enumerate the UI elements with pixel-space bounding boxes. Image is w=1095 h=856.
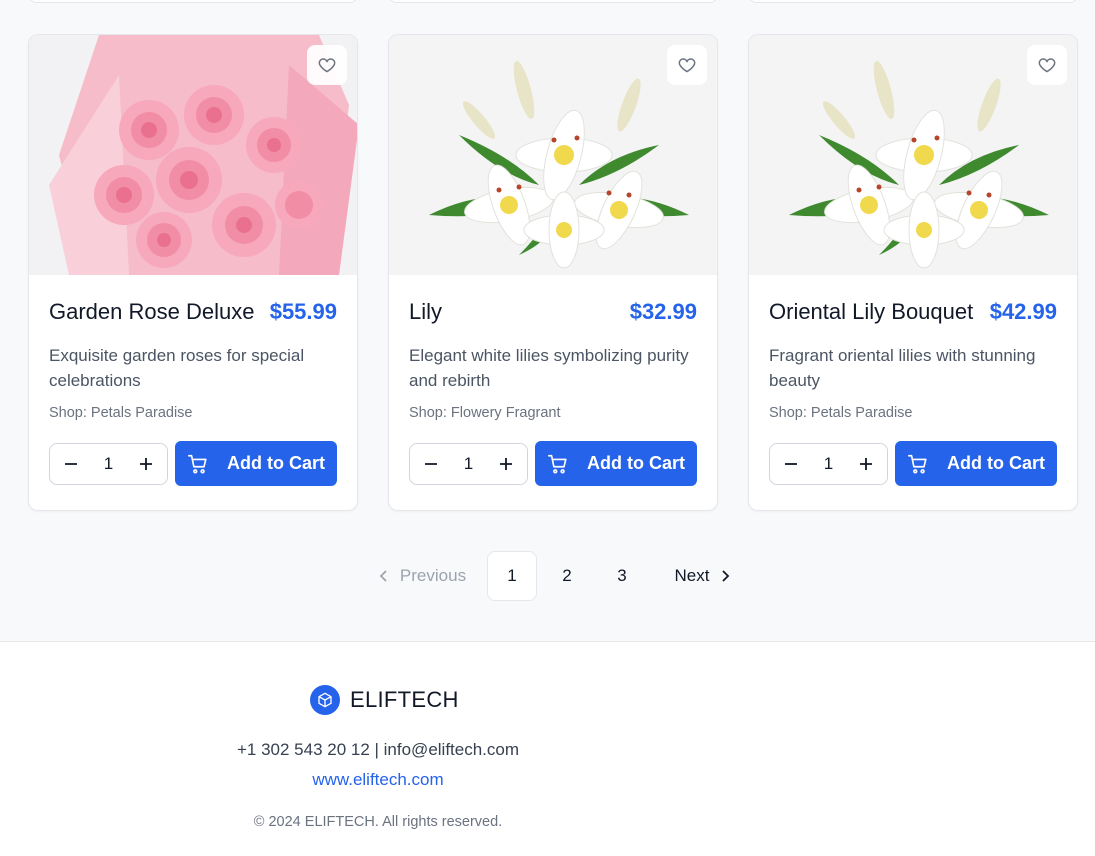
plus-icon	[860, 457, 872, 470]
product-title: Lily	[409, 299, 443, 324]
footer: ELIFTECH +1 302 543 20 12 | info@eliftec…	[0, 641, 1095, 856]
quantity-value: 1	[103, 453, 114, 473]
website-link[interactable]: www.eliftech.com	[0, 770, 756, 790]
quantity-stepper[interactable]: 1	[409, 442, 528, 485]
heart-icon	[678, 58, 696, 73]
box-icon	[318, 692, 332, 708]
favorite-button[interactable]	[667, 45, 707, 85]
product-card: Garden Rose Deluxe $55.99 Exquisite gard…	[28, 34, 358, 511]
product-image-lily	[749, 35, 1077, 275]
quantity-stepper[interactable]: 1	[769, 442, 888, 485]
heart-icon	[318, 58, 336, 73]
product-card-partial	[748, 0, 1078, 3]
quantity-value: 1	[823, 453, 834, 473]
product-shop: Shop: Petals Paradise	[49, 405, 193, 421]
page-3-button[interactable]: 3	[597, 551, 647, 601]
chevron-left-icon	[379, 570, 387, 582]
brand-logo	[310, 685, 340, 715]
previous-page-label: Previous	[399, 566, 467, 585]
product-title: Oriental Lily Bouquet	[769, 299, 974, 324]
decrease-quantity-button[interactable]	[420, 453, 442, 475]
increase-quantity-button[interactable]	[135, 453, 157, 475]
quantity-value: 1	[463, 453, 474, 473]
product-image-rose	[29, 35, 357, 275]
add-to-cart-label: Add to Cart	[947, 453, 1045, 473]
add-to-cart-label: Add to Cart	[227, 453, 325, 473]
product-price: $32.99	[629, 299, 697, 324]
favorite-button[interactable]	[1027, 45, 1067, 85]
next-page-label: Next	[674, 566, 710, 585]
add-to-cart-button[interactable]: Add to Cart	[535, 441, 697, 486]
cart-icon	[548, 454, 567, 474]
product-shop: Shop: Flowery Fragrant	[409, 405, 561, 421]
contact-info: +1 302 543 20 12 | info@eliftech.com	[236, 740, 520, 759]
quantity-stepper[interactable]: 1	[49, 442, 168, 485]
previous-page-button[interactable]: Previous	[372, 551, 472, 601]
chevron-right-icon	[722, 570, 730, 582]
product-title: Garden Rose Deluxe	[49, 299, 255, 324]
product-description: Exquisite garden roses for special celeb…	[49, 346, 305, 390]
product-price: $55.99	[269, 299, 337, 324]
plus-icon	[140, 457, 152, 470]
product-card: Lily $32.99 Elegant white lilies symboli…	[388, 34, 718, 511]
product-price: $42.99	[989, 299, 1057, 324]
minus-icon	[785, 462, 797, 465]
product-card-partial	[388, 0, 718, 3]
favorite-button[interactable]	[307, 45, 347, 85]
heart-icon	[1038, 58, 1056, 73]
cart-icon	[908, 454, 927, 474]
minus-icon	[65, 462, 77, 465]
add-to-cart-button[interactable]: Add to Cart	[895, 441, 1057, 486]
brand-name: ELIFTECH	[350, 687, 459, 712]
product-shop: Shop: Petals Paradise	[769, 405, 913, 421]
next-page-button[interactable]: Next	[668, 551, 738, 601]
add-to-cart-label: Add to Cart	[587, 453, 685, 473]
product-card: Oriental Lily Bouquet $42.99 Fragrant or…	[748, 34, 1078, 511]
decrease-quantity-button[interactable]	[780, 453, 802, 475]
increase-quantity-button[interactable]	[495, 453, 517, 475]
increase-quantity-button[interactable]	[855, 453, 877, 475]
cart-icon	[188, 454, 207, 474]
page-1-button[interactable]: 1	[487, 551, 537, 601]
plus-icon	[500, 457, 512, 470]
decrease-quantity-button[interactable]	[60, 453, 82, 475]
page-2-button[interactable]: 2	[542, 551, 592, 601]
product-card-partial	[28, 0, 358, 3]
product-description: Fragrant oriental lilies with stunning b…	[769, 346, 1036, 390]
product-image-lily	[389, 35, 717, 275]
pagination: Previous 1 2 3 Next	[0, 551, 1095, 601]
copyright: © 2024 ELIFTECH. All rights reserved.	[253, 814, 503, 830]
add-to-cart-button[interactable]: Add to Cart	[175, 441, 337, 486]
footer-brand[interactable]: ELIFTECH	[310, 685, 459, 715]
product-description: Elegant white lilies symbolizing purity …	[409, 346, 689, 390]
minus-icon	[425, 462, 437, 465]
